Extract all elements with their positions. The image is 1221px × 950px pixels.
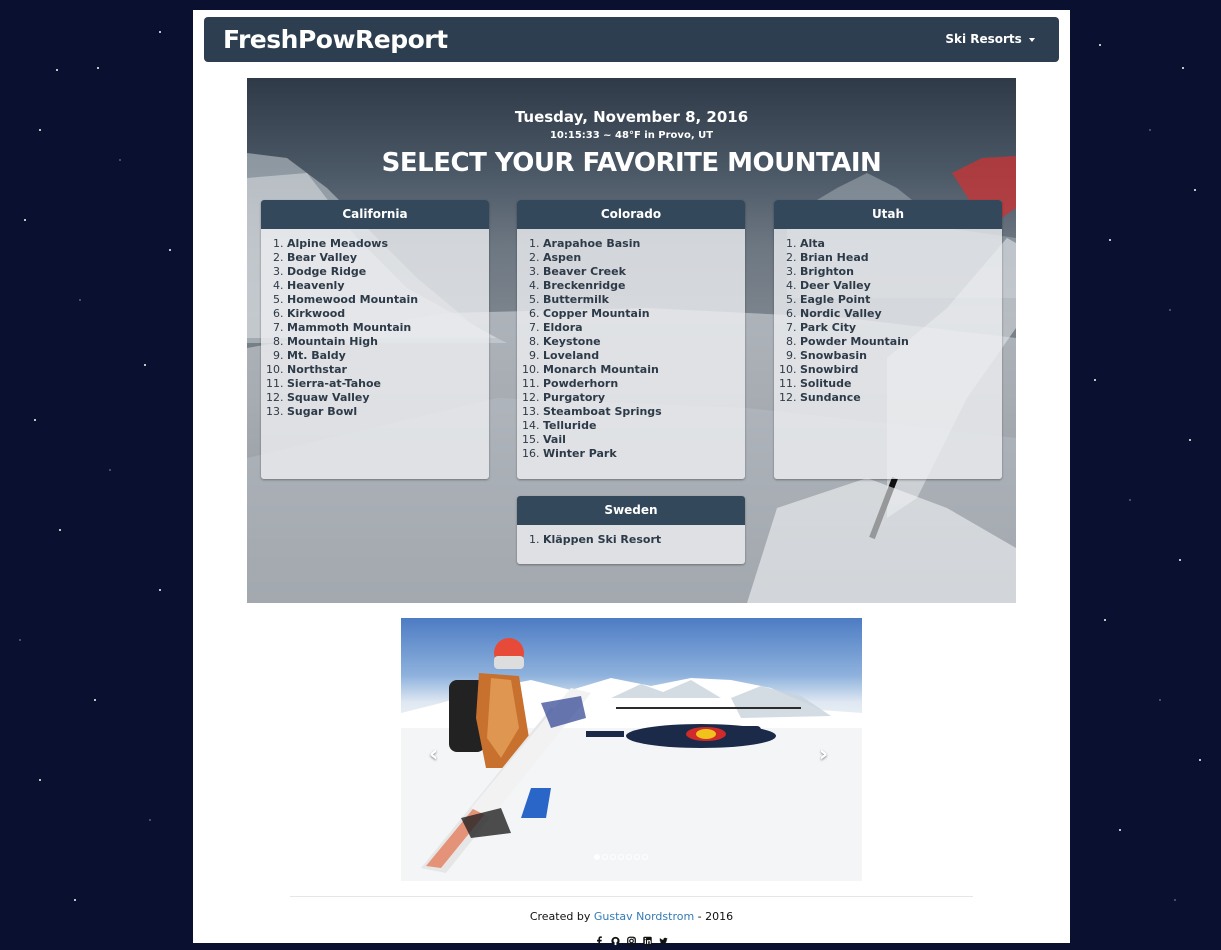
footer-suffix: - 2016	[694, 910, 734, 923]
resort-link[interactable]: Heavenly	[287, 279, 489, 293]
footer-prefix: Created by	[529, 910, 594, 923]
resort-link[interactable]: Park City	[800, 321, 1002, 335]
resort-link[interactable]: Breckenridge	[543, 279, 745, 293]
footer-credit: Created by Gustav Nordstrom - 2016	[193, 910, 1070, 923]
social-links	[193, 925, 1070, 946]
resort-list: Kläppen Ski Resort	[517, 525, 745, 547]
region-panel-utah: Utah AltaBrian HeadBrightonDeer ValleyEa…	[774, 200, 1002, 479]
resort-link[interactable]: Winter Park	[543, 447, 745, 461]
time-weather: 10:15:33 ~ 48°F in Provo, UT	[549, 130, 714, 141]
resort-link[interactable]: Dodge Ridge	[287, 265, 489, 279]
resort-link[interactable]: Powder Mountain	[800, 335, 1002, 349]
carousel-indicator-dot[interactable]	[618, 854, 624, 860]
hero-banner: Tuesday, November 8, 2016 10:15:33 ~ 48°…	[247, 78, 1016, 603]
resort-link[interactable]: Homewood Mountain	[287, 293, 489, 307]
resort-link[interactable]: Steamboat Springs	[543, 405, 745, 419]
github-icon[interactable]	[611, 931, 620, 945]
ski-resorts-label: Ski Resorts	[945, 32, 1022, 46]
resort-link[interactable]: Brighton	[800, 265, 1002, 279]
resort-link[interactable]: Telluride	[543, 419, 745, 433]
carousel-indicators	[594, 845, 650, 860]
current-date: Tuesday, November 8, 2016	[514, 108, 749, 126]
resort-link[interactable]: Beaver Creek	[543, 265, 745, 279]
carousel-slide-image	[401, 638, 862, 881]
resort-link[interactable]: Solitude	[800, 377, 1002, 391]
photo-carousel[interactable]: ‹ ›	[401, 618, 862, 881]
resort-link[interactable]: Mountain High	[287, 335, 489, 349]
resort-link[interactable]: Northstar	[287, 363, 489, 377]
resort-link[interactable]: Vail	[543, 433, 745, 447]
region-heading: California	[261, 200, 489, 229]
linkedin-icon[interactable]	[643, 931, 652, 945]
resort-link[interactable]: Powderhorn	[543, 377, 745, 391]
resort-link[interactable]: Sierra-at-Tahoe	[287, 377, 489, 391]
carousel-indicator-dot[interactable]	[626, 854, 632, 860]
resort-link[interactable]: Arapahoe Basin	[543, 237, 745, 251]
resort-link[interactable]: Loveland	[543, 349, 745, 363]
resort-link[interactable]: Brian Head	[800, 251, 1002, 265]
resort-link[interactable]: Mt. Baldy	[287, 349, 489, 363]
resort-link[interactable]: Alpine Meadows	[287, 237, 489, 251]
resort-link[interactable]: Deer Valley	[800, 279, 1002, 293]
carousel-prev-button[interactable]: ‹	[429, 742, 438, 767]
resort-link[interactable]: Nordic Valley	[800, 307, 1002, 321]
caret-down-icon	[1029, 37, 1035, 42]
ski-resorts-dropdown[interactable]: Ski Resorts	[945, 32, 1035, 46]
carousel-indicator-dot[interactable]	[642, 854, 648, 860]
resort-link[interactable]: Aspen	[543, 251, 745, 265]
resort-link[interactable]: Monarch Mountain	[543, 363, 745, 377]
resort-link[interactable]: Mammoth Mountain	[287, 321, 489, 335]
resort-link[interactable]: Keystone	[543, 335, 745, 349]
resort-link[interactable]: Alta	[800, 237, 1002, 251]
resort-link[interactable]: Snowbasin	[800, 349, 1002, 363]
resort-link[interactable]: Bear Valley	[287, 251, 489, 265]
resort-link[interactable]: Kläppen Ski Resort	[543, 533, 745, 547]
region-heading: Sweden	[517, 496, 745, 525]
region-panel-colorado: Colorado Arapahoe BasinAspenBeaver Creek…	[517, 200, 745, 479]
resort-link[interactable]: Sugar Bowl	[287, 405, 489, 419]
carousel-indicator-dot[interactable]	[634, 854, 640, 860]
carousel-indicator-dot[interactable]	[594, 854, 600, 860]
region-heading: Utah	[774, 200, 1002, 229]
carousel-indicator-dot[interactable]	[610, 854, 616, 860]
brand-logo[interactable]: FreshPowReport	[223, 25, 448, 54]
carousel-next-button[interactable]: ›	[819, 742, 828, 767]
region-heading: Colorado	[517, 200, 745, 229]
instagram-icon[interactable]	[627, 931, 636, 945]
resort-link[interactable]: Sundance	[800, 391, 1002, 405]
author-link[interactable]: Gustav Nordstrom	[594, 910, 694, 923]
resort-link[interactable]: Buttermilk	[543, 293, 745, 307]
resort-link[interactable]: Eagle Point	[800, 293, 1002, 307]
resort-list: Alpine MeadowsBear ValleyDodge RidgeHeav…	[261, 229, 489, 419]
twitter-icon[interactable]	[659, 931, 668, 945]
resort-list: Arapahoe BasinAspenBeaver CreekBreckenri…	[517, 229, 745, 461]
facebook-icon[interactable]	[595, 931, 604, 946]
navbar: FreshPowReport Ski Resorts	[204, 17, 1059, 62]
resort-link[interactable]: Snowbird	[800, 363, 1002, 377]
resort-link[interactable]: Squaw Valley	[287, 391, 489, 405]
resort-link[interactable]: Kirkwood	[287, 307, 489, 321]
resort-link[interactable]: Copper Mountain	[543, 307, 745, 321]
page-container: FreshPowReport Ski Resorts Tuesday, Nove…	[193, 10, 1070, 946]
resort-link[interactable]: Eldora	[543, 321, 745, 335]
footer-divider	[290, 896, 973, 897]
page-title: SELECT YOUR FAVORITE MOUNTAIN	[381, 148, 882, 178]
region-panel-california: California Alpine MeadowsBear ValleyDodg…	[261, 200, 489, 479]
resort-list: AltaBrian HeadBrightonDeer ValleyEagle P…	[774, 229, 1002, 405]
carousel-indicator-dot[interactable]	[602, 854, 608, 860]
resort-link[interactable]: Purgatory	[543, 391, 745, 405]
region-panel-sweden: Sweden Kläppen Ski Resort	[517, 496, 745, 564]
